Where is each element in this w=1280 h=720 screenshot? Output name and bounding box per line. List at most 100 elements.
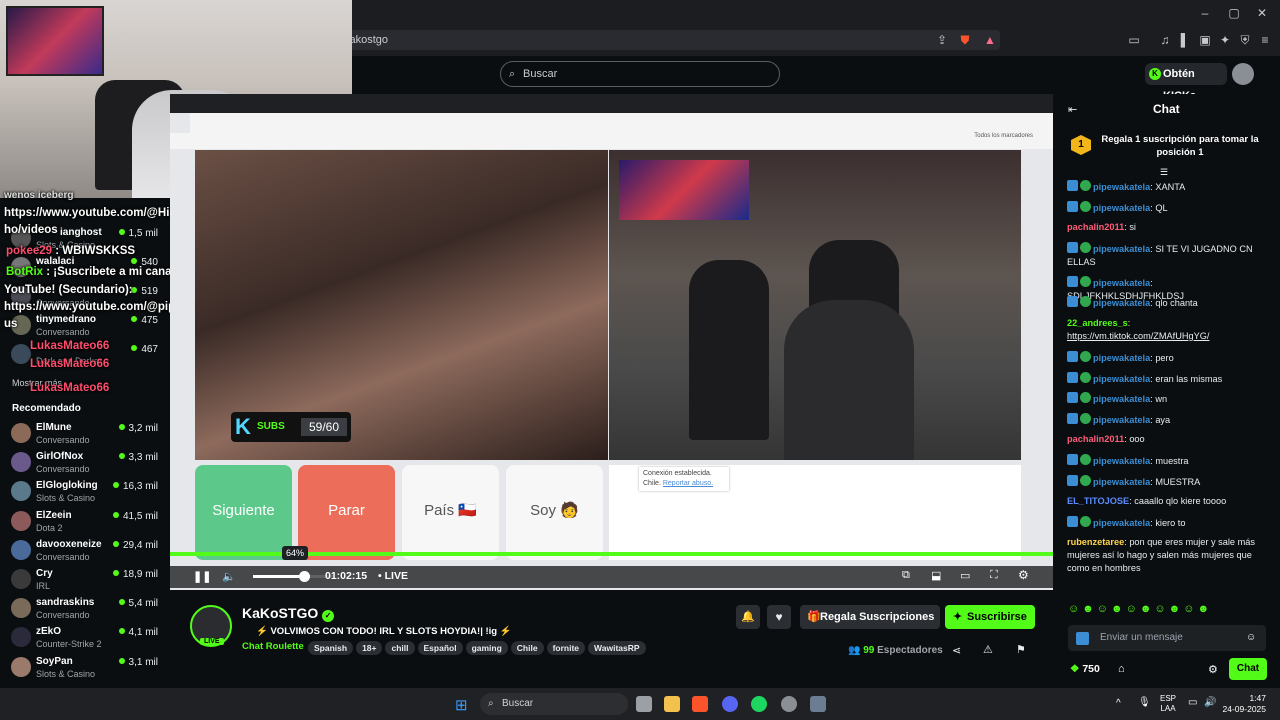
minimize-icon[interactable]: –: [1198, 6, 1212, 20]
pause-icon[interactable]: ❚❚: [193, 570, 211, 583]
sidebar-recommended-channel[interactable]: ElGlogloking Slots & Casino 16,3 mil: [0, 478, 170, 507]
channel-name[interactable]: KaKoSTGO ✓: [242, 605, 335, 622]
gender-button[interactable]: Soy 🧑: [506, 465, 603, 560]
discord-icon[interactable]: [722, 696, 738, 712]
address-bar[interactable]: kakostgo: [340, 30, 1000, 50]
brave-browser-icon[interactable]: [692, 696, 708, 712]
file-explorer-icon[interactable]: [664, 696, 680, 712]
emote-row[interactable]: ☺☻☺☻☺☻☺☻☺☻: [1068, 603, 1212, 615]
tray-chevron-icon[interactable]: ^: [1116, 698, 1121, 709]
media-icon[interactable]: ♫: [1158, 33, 1172, 47]
chat-username[interactable]: pipewakatela: [1093, 518, 1150, 528]
chat-username[interactable]: pipewakatela: [1093, 456, 1150, 466]
subscribe-button[interactable]: ✦ Suscribirse: [945, 605, 1035, 629]
task-view-icon[interactable]: [636, 696, 652, 712]
vpn-icon[interactable]: ⛨: [1238, 33, 1252, 47]
sidebar-recommended-channel[interactable]: ElZeein Dota 2 41,5 mil: [0, 508, 170, 537]
chat-username[interactable]: pachalin2011: [1067, 222, 1124, 232]
settings-icon[interactable]: ⚙: [1018, 568, 1029, 582]
stop-button[interactable]: Parar: [298, 465, 395, 560]
chat-username[interactable]: pipewakatela: [1093, 278, 1150, 288]
chat-username[interactable]: EL_TITOJOSE: [1067, 496, 1129, 506]
chat-username[interactable]: pipewakatela: [1093, 203, 1150, 213]
tag-chip[interactable]: fornite: [546, 641, 586, 655]
share-icon[interactable]: ⇪: [935, 33, 949, 47]
start-icon[interactable]: ⊞: [455, 696, 468, 714]
tag-chip[interactable]: chill: [385, 641, 415, 655]
fullscreen-icon[interactable]: ⛶: [990, 569, 998, 582]
sidebar-recommended-channel[interactable]: sandraskins Conversando 5,4 mil: [0, 595, 170, 624]
pinned-expand-icon[interactable]: ☰: [1160, 167, 1168, 178]
chat-username[interactable]: pachalin2011: [1067, 434, 1124, 444]
leo-ai-icon[interactable]: ✦: [1218, 33, 1232, 47]
network-icon[interactable]: ▭: [1188, 697, 1197, 708]
wallet-icon[interactable]: ▣: [1198, 33, 1212, 47]
collapse-chat-icon[interactable]: ⇤: [1068, 103, 1077, 116]
language-indicator[interactable]: ESP LAA: [1160, 694, 1176, 714]
clip-icon[interactable]: ⬓: [931, 569, 941, 582]
tag-chip[interactable]: Español: [417, 641, 463, 655]
tag-chip[interactable]: gaming: [465, 641, 508, 655]
verified-badge-icon: [1080, 371, 1091, 383]
chat-username[interactable]: pipewakatela: [1093, 415, 1150, 425]
sidebar-recommended-channel[interactable]: davooxeneize Conversando 29,4 mil: [0, 537, 170, 566]
chat-username[interactable]: pipewakatela: [1093, 182, 1150, 192]
search-input[interactable]: ⌕ Buscar: [500, 61, 780, 87]
store-icon[interactable]: ⌂: [1118, 663, 1125, 675]
sidebar-recommended-channel[interactable]: zEkO Counter-Strike 2 4,1 mil: [0, 624, 170, 653]
clock[interactable]: 1:47 24-09-2025: [1220, 693, 1266, 715]
volume-icon[interactable]: 🔈: [222, 570, 236, 583]
maximize-icon[interactable]: ▢: [1227, 6, 1241, 20]
tag-chip[interactable]: WawitasRP: [588, 641, 646, 655]
chat-username[interactable]: 22_andrees_s: [1067, 318, 1128, 328]
volume-slider[interactable]: [253, 571, 333, 582]
settings-app-icon[interactable]: [810, 696, 826, 712]
country-button[interactable]: País 🇨🇱: [402, 465, 499, 560]
reading-list-icon[interactable]: ▌: [1178, 33, 1192, 47]
get-kicks-button[interactable]: K Obtén KICKs: [1145, 63, 1227, 102]
more-icon[interactable]: ⚑: [1016, 643, 1026, 656]
chat-username[interactable]: pipewakatela: [1093, 374, 1150, 384]
pinned-gift-prompt[interactable]: Regala 1 suscripción para tomar la posic…: [1100, 133, 1260, 159]
speaker-icon[interactable]: 🔊: [1204, 697, 1216, 708]
chat-link[interactable]: https://vm.tiktok.com/ZMAfUHgYG/: [1067, 331, 1209, 341]
brave-rewards-icon[interactable]: ▲: [983, 33, 997, 47]
report-icon[interactable]: ⚠: [983, 643, 993, 656]
chat-username[interactable]: pipewakatela: [1093, 298, 1150, 308]
taskbar-search[interactable]: ⌕ Buscar: [480, 693, 628, 715]
sidebar-recommended-channel[interactable]: GirlOfNox Conversando 3,3 mil: [0, 449, 170, 478]
tag-chip[interactable]: Chile: [510, 641, 544, 655]
kick-points[interactable]: ❖ 750: [1070, 663, 1100, 675]
close-icon[interactable]: ✕: [1255, 6, 1269, 20]
sidebar-toggle-icon[interactable]: ▭: [1127, 33, 1141, 47]
stream-category[interactable]: Chat Roulette: [242, 641, 304, 652]
sidebar-recommended-channel[interactable]: Cry IRL 18,9 mil: [0, 566, 170, 595]
tag-chip[interactable]: Spanish: [308, 641, 354, 655]
user-avatar[interactable]: [1232, 63, 1254, 85]
next-button[interactable]: Siguiente: [195, 465, 292, 560]
chat-username[interactable]: pipewakatela: [1093, 394, 1150, 404]
chat-username[interactable]: pipewakatela: [1093, 244, 1150, 254]
chat-username[interactable]: rubenzetaree: [1067, 537, 1124, 547]
sidebar-recommended-channel[interactable]: SoyPan Slots & Casino 3,1 mil: [0, 654, 170, 683]
sidebar-channel[interactable]: tinymedrano Conversando 475: [0, 312, 170, 341]
chat-username[interactable]: pipewakatela: [1093, 477, 1150, 487]
menu-icon[interactable]: ≡: [1258, 33, 1272, 47]
spotify-icon[interactable]: [751, 696, 767, 712]
gift-subs-button[interactable]: 🎁 Regala Suscripciones: [800, 605, 940, 629]
follow-heart-icon[interactable]: ♥: [767, 605, 791, 629]
chat-input[interactable]: Enviar un mensaje ☺: [1068, 625, 1266, 651]
brave-shield-icon[interactable]: ⛊: [958, 33, 972, 47]
notification-bell-icon[interactable]: 🔔: [736, 605, 760, 629]
tag-chip[interactable]: 18+: [356, 641, 383, 655]
chat-send-button[interactable]: Chat: [1229, 658, 1267, 680]
share-stream-icon[interactable]: ⋖: [952, 644, 961, 657]
chat-username[interactable]: pipewakatela: [1093, 353, 1150, 363]
sidebar-recommended-channel[interactable]: ElMune Conversando 3,2 mil: [0, 420, 170, 449]
chat-settings-icon[interactable]: ⚙: [1208, 663, 1218, 676]
app-icon[interactable]: [781, 696, 797, 712]
theater-icon[interactable]: ▭: [960, 569, 970, 582]
emoji-icon[interactable]: ☺: [1246, 625, 1256, 651]
mic-icon[interactable]: 🎙: [1138, 697, 1151, 708]
pip-icon[interactable]: ⧉: [902, 569, 910, 582]
